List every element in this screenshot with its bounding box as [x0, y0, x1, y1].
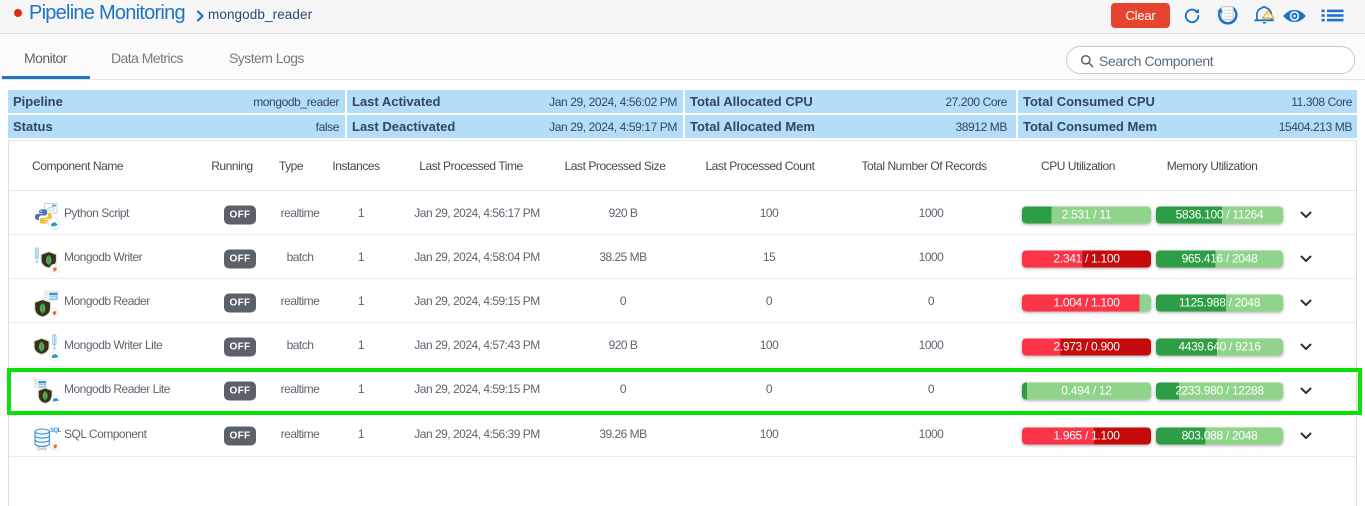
svg-text:SQL: SQL [50, 428, 61, 434]
svg-text:Query: Query [37, 446, 48, 451]
